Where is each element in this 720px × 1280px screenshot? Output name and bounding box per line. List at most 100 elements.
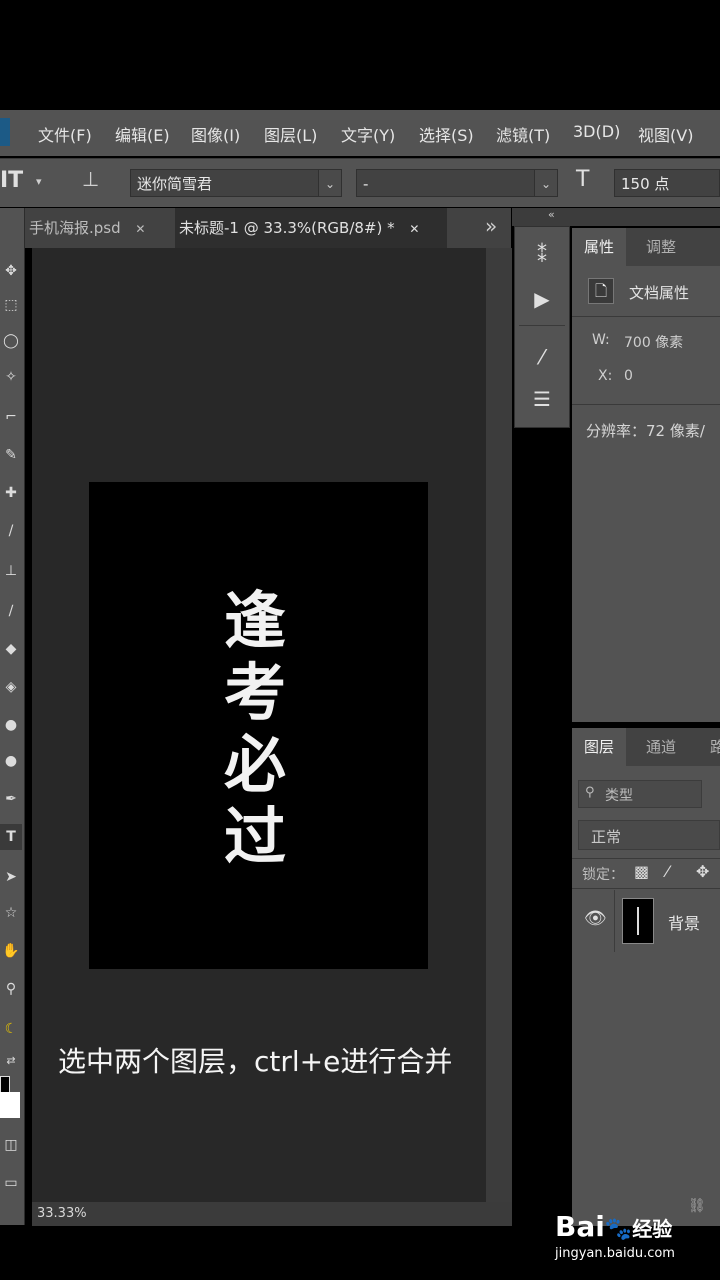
edit-toolbar-icon[interactable]: ☾	[0, 1016, 22, 1042]
tab-paths[interactable]: 路	[698, 728, 720, 766]
lock-transparent-icon[interactable]: ▩	[634, 862, 649, 881]
collapse-icon[interactable]: «	[548, 208, 555, 221]
photoshop-logo-icon	[0, 118, 10, 146]
type-tool-icon[interactable]: T	[0, 824, 22, 850]
resolution-readout: 分辨率：72 像素/	[586, 422, 705, 440]
menu-3d[interactable]: 3D(D)	[573, 122, 620, 141]
canvas-char: 过	[223, 800, 286, 873]
tab-label: 未标题-1 @ 33.3%(RGB/8#) *	[179, 219, 395, 237]
menu-select[interactable]: 选择(S)	[419, 122, 474, 146]
chevron-down-icon: ⌄	[534, 170, 557, 196]
tab-untitled[interactable]: 未标题-1 @ 33.3%(RGB/8#) * ✕	[175, 208, 447, 248]
marquee-tool-icon[interactable]: ⬚	[0, 292, 22, 318]
blend-mode-select[interactable]: 正常	[578, 820, 720, 850]
font-size-value: 150 点	[621, 175, 670, 193]
thumbnail-text-mark	[637, 907, 639, 935]
watermark-url: jingyan.baidu.com	[555, 1246, 675, 1261]
zoom-tool-icon[interactable]: ⚲	[0, 976, 22, 1002]
menu-filter[interactable]: 滤镜(T)	[496, 122, 550, 146]
tabs-overflow-icon[interactable]: »	[485, 214, 497, 238]
panel-dock-header: «	[512, 208, 720, 226]
tab-adjustments[interactable]: 调整	[634, 228, 688, 266]
layers-panel: 图层 通道 路 ⚲ 类型 正常 锁定： ▩ ⁄ ✥ 👁 背景 ⛓	[572, 728, 720, 1226]
divider	[614, 890, 615, 952]
menu-edit[interactable]: 编辑(E)	[115, 122, 170, 146]
x-value[interactable]: 0	[624, 368, 633, 384]
brush-tool-icon[interactable]: /	[0, 518, 22, 544]
menu-bar: 文件(F) 编辑(E) 图像(I) 图层(L) 文字(Y) 选择(S) 滤镜(T…	[0, 110, 720, 156]
eye-icon[interactable]: 👁	[584, 908, 607, 929]
eyedropper-tool-icon[interactable]: ✎	[0, 442, 22, 468]
tutorial-caption: 选中两个图层，ctrl+e进行合并	[58, 1045, 453, 1078]
canvas-char: 必	[223, 728, 286, 801]
blend-mode-value: 正常	[591, 828, 622, 846]
font-size-select[interactable]: 150 点	[614, 169, 720, 197]
layer-row[interactable]: 👁 背景	[572, 890, 720, 952]
history-brush-tool-icon[interactable]: ∕	[0, 598, 22, 624]
layer-name[interactable]: 背景	[668, 910, 700, 934]
tab-phone-poster[interactable]: 手机海报.psd ✕	[25, 208, 165, 248]
tab-channels[interactable]: 通道	[634, 728, 688, 766]
hand-tool-icon[interactable]: ✋	[0, 938, 22, 964]
gradient-tool-icon[interactable]: ◈	[0, 674, 22, 700]
move-tool-icon[interactable]: ✥	[0, 258, 22, 284]
healing-tool-icon[interactable]: ✚	[0, 480, 22, 506]
lasso-tool-icon[interactable]: ◯	[0, 328, 22, 354]
layer-filter-label: 类型	[605, 788, 633, 804]
menu-layer[interactable]: 图层(L)	[264, 122, 317, 146]
canvas-char: 考	[223, 656, 286, 729]
divider	[572, 316, 720, 317]
background-color-swatch[interactable]	[0, 1092, 20, 1118]
document-properties-label: 文档属性	[629, 284, 690, 302]
quick-select-tool-icon[interactable]: ✧	[0, 364, 22, 390]
search-icon: ⚲	[585, 785, 595, 800]
divider	[572, 888, 720, 889]
zoom-level[interactable]: 33.33%	[37, 1206, 87, 1221]
pen-tool-icon[interactable]: ✒	[0, 786, 22, 812]
brush-settings-icon[interactable]: ⁄	[515, 345, 569, 369]
divider	[572, 404, 720, 405]
collapsed-panels: ⁑ ▶ ⁄ ☰	[514, 226, 570, 428]
actions-play-icon[interactable]: ▶	[515, 287, 569, 311]
shape-tool-icon[interactable]: ☆	[0, 900, 22, 926]
type-tool-icon[interactable]: IT	[0, 168, 23, 193]
crop-tool-icon[interactable]: ⌐	[0, 404, 22, 430]
quick-mask-icon[interactable]: ◫	[0, 1132, 22, 1158]
blur-tool-icon[interactable]: ●	[0, 712, 22, 738]
brand-suffix: 经验	[632, 1217, 673, 1241]
history-icon[interactable]: ⁑	[515, 243, 569, 267]
tab-layers[interactable]: 图层	[572, 728, 627, 766]
document-tabs: 手机海报.psd ✕ 未标题-1 @ 33.3%(RGB/8#) * ✕ »	[25, 208, 511, 248]
baidu-jingyan-watermark: Bai🐾经验 jingyan.baidu.com	[555, 1200, 715, 1268]
canvas-char: 逢	[223, 584, 286, 657]
close-icon[interactable]: ✕	[135, 222, 145, 236]
close-icon[interactable]: ✕	[409, 222, 419, 236]
swap-colors-icon[interactable]: ⇄	[0, 1048, 22, 1074]
dodge-tool-icon[interactable]: ●	[0, 748, 22, 774]
vertical-scrollbar[interactable]	[486, 248, 512, 1202]
lock-pixels-icon[interactable]: ⁄	[666, 862, 669, 881]
menu-image[interactable]: 图像(I)	[191, 122, 240, 146]
font-family-select[interactable]: 迷你简雪君 ⌄	[130, 169, 342, 197]
menu-view[interactable]: 视图(V)	[638, 122, 693, 146]
tab-properties[interactable]: 属性	[572, 228, 627, 266]
layer-filter[interactable]: ⚲ 类型	[578, 780, 702, 808]
orientation-toggle-icon[interactable]: ⊥	[82, 167, 99, 191]
adjust-sliders-icon[interactable]: ☰	[515, 387, 569, 411]
width-value[interactable]: 700 像素	[624, 332, 683, 352]
stamp-tool-icon[interactable]: ⊥	[0, 558, 22, 584]
path-select-tool-icon[interactable]: ➤	[0, 864, 22, 890]
divider	[519, 325, 565, 326]
menu-type[interactable]: 文字(Y)	[341, 122, 395, 146]
canvas-text-layer[interactable]: 逢 考 必 过	[215, 585, 295, 873]
lock-position-icon[interactable]: ✥	[696, 862, 709, 881]
properties-panel: 属性 调整 🗋 文档属性 W: 700 像素 X: 0 分辨率：72 像素/	[572, 228, 720, 722]
x-label: X:	[598, 368, 613, 384]
screen-mode-icon[interactable]: ▭	[0, 1170, 22, 1196]
chevron-down-icon[interactable]: ▾	[36, 175, 42, 188]
status-bar: 33.33%	[32, 1202, 512, 1226]
eraser-tool-icon[interactable]: ◆	[0, 636, 22, 662]
divider	[572, 858, 720, 859]
menu-file[interactable]: 文件(F)	[38, 122, 92, 146]
font-style-select[interactable]: - ⌄	[356, 169, 558, 197]
